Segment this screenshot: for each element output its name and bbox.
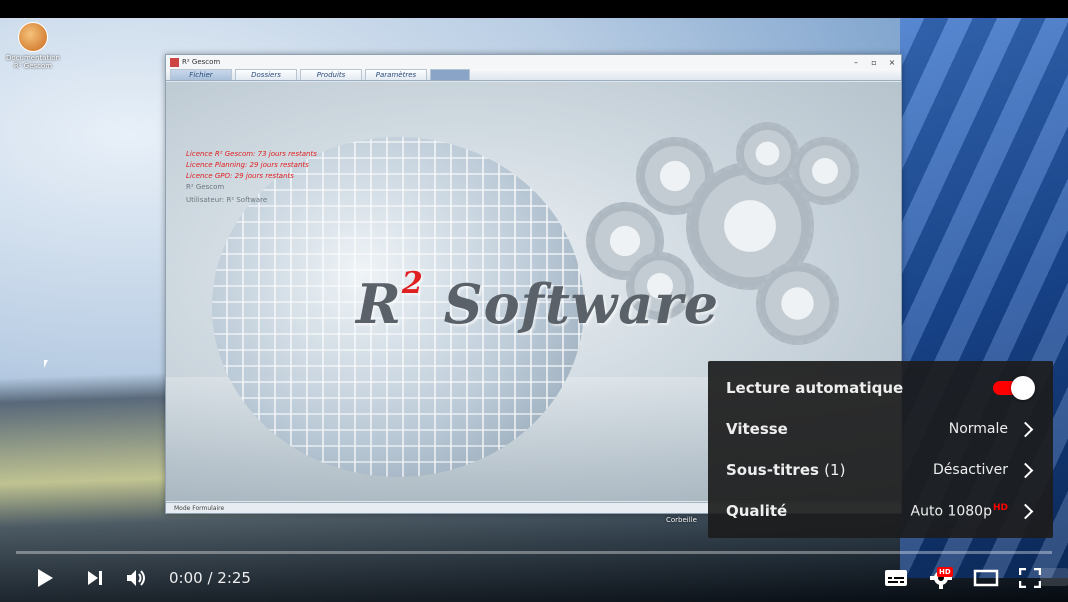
app-menu-tabs: Fichier Dossiers Produits Paramètres xyxy=(166,69,901,81)
close-button[interactable]: × xyxy=(883,58,901,67)
tab-dossiers[interactable]: Dossiers xyxy=(235,69,297,80)
next-button[interactable] xyxy=(80,560,110,596)
captions-icon xyxy=(885,570,907,586)
toggle-knob xyxy=(1011,376,1035,400)
speed-value: Normale xyxy=(948,421,1008,437)
settings-button[interactable]: HD xyxy=(924,560,958,596)
autoplay-row[interactable]: Lecture automatique xyxy=(726,373,1035,403)
desktop-icon-label: Documentation R² Gescom xyxy=(6,54,60,70)
license-line: Licence GPO: 29 jours restants xyxy=(186,172,294,180)
progress-bar[interactable] xyxy=(16,551,1052,554)
app-logo-icon xyxy=(170,57,179,67)
quality-label: Qualité xyxy=(726,502,788,520)
skip-next-icon xyxy=(88,571,102,585)
minimize-button[interactable]: – xyxy=(847,58,865,67)
recycle-bin-label[interactable]: Corbeille xyxy=(666,516,697,524)
chevron-right-icon xyxy=(1017,421,1034,437)
fullscreen-icon xyxy=(1019,568,1041,588)
user-label: Utilisateur: R² Software xyxy=(186,196,268,204)
quality-row[interactable]: Qualité Auto 1080pHD xyxy=(726,496,1035,526)
app-title: R² Gescom xyxy=(182,58,221,66)
speed-label: Vitesse xyxy=(726,420,788,438)
theater-mode-button[interactable] xyxy=(970,560,1002,596)
gear-icon xyxy=(736,122,799,185)
subtitles-value: Désactiver xyxy=(933,462,1008,478)
quality-hd-badge: HD xyxy=(992,502,1008,513)
theater-icon xyxy=(973,569,999,587)
tab-produits[interactable]: Produits xyxy=(300,69,362,80)
tab-fichier[interactable]: Fichier xyxy=(170,69,232,80)
speed-row[interactable]: Vitesse Normale xyxy=(726,414,1035,444)
subtitles-row[interactable]: Sous-titres (1) Désactiver xyxy=(726,455,1035,485)
play-button[interactable] xyxy=(28,560,62,596)
current-time: 0:00 xyxy=(169,569,203,587)
autoplay-label: Lecture automatique xyxy=(726,379,904,397)
product-name: R² Gescom xyxy=(186,183,225,191)
subtitles-button[interactable] xyxy=(880,560,912,596)
video-top-border xyxy=(0,0,1068,18)
volume-icon xyxy=(127,570,145,586)
time-display: 0:00 / 2:25 xyxy=(169,569,251,587)
duration: 2:25 xyxy=(217,569,251,587)
desktop-documentation-icon[interactable]: Documentation R² Gescom xyxy=(6,22,60,70)
quality-value: Auto 1080pHD xyxy=(910,502,1009,520)
hd-badge: HD xyxy=(937,567,953,577)
video-player[interactable]: Documentation R² Gescom Corbeille R² Ges… xyxy=(0,0,1068,602)
settings-menu: Lecture automatique Vitesse Normale Sous… xyxy=(708,361,1053,538)
documentation-icon xyxy=(18,22,48,52)
channel-watermark[interactable] xyxy=(1040,568,1068,586)
brand-logo-text: R2 Software xyxy=(356,266,720,336)
chevron-right-icon xyxy=(1017,462,1034,478)
play-icon xyxy=(38,569,53,587)
tab-parametres[interactable]: Paramètres xyxy=(365,69,427,80)
gear-icon xyxy=(756,262,839,345)
license-line: Licence R² Gescom: 73 jours restants xyxy=(186,150,317,158)
mouse-cursor-icon xyxy=(44,360,48,368)
tab-extra-icon[interactable] xyxy=(430,69,470,80)
player-controls: 0:00 / 2:25 HD xyxy=(0,560,1068,596)
app-titlebar: R² Gescom – ▫ × xyxy=(166,55,901,69)
gear-icon xyxy=(791,137,859,205)
maximize-button[interactable]: ▫ xyxy=(865,58,883,67)
chevron-right-icon xyxy=(1017,503,1034,519)
autoplay-toggle[interactable] xyxy=(993,375,1035,401)
mute-button[interactable] xyxy=(122,560,152,596)
license-line: Licence Planning: 29 jours restants xyxy=(186,161,309,169)
subtitles-label: Sous-titres (1) xyxy=(726,461,846,479)
